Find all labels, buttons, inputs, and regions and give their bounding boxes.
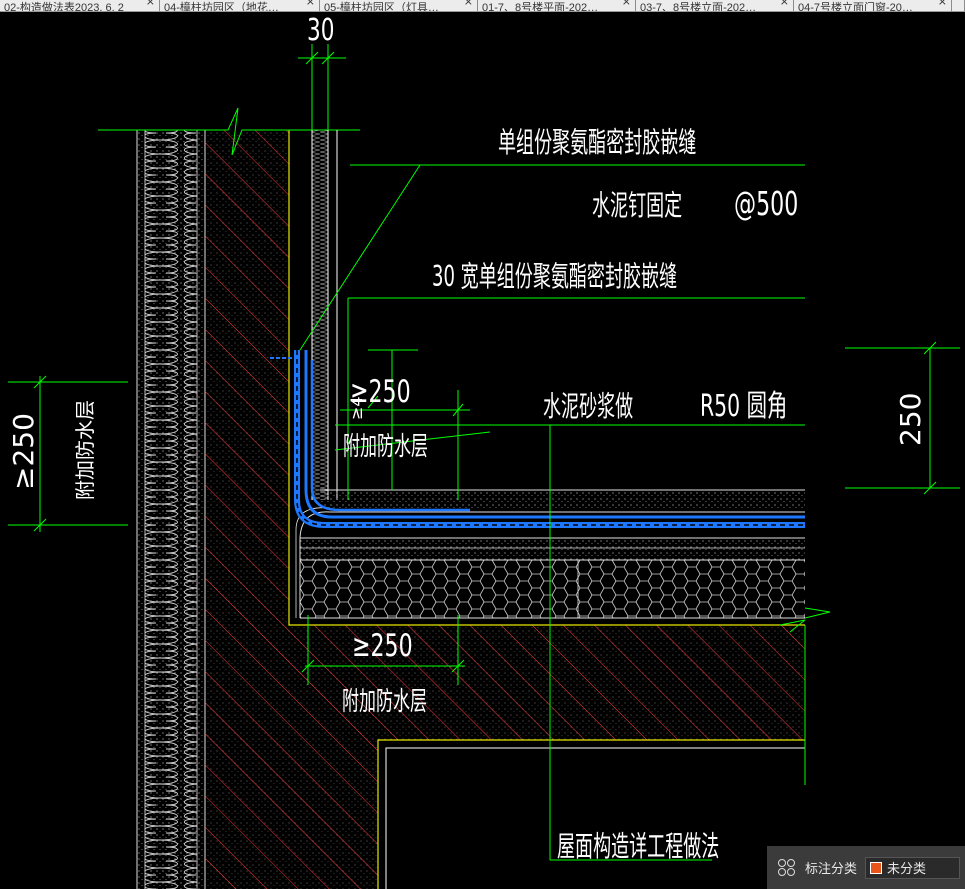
annotation-category-label: 标注分类	[805, 861, 858, 876]
callout-nail-spacing: @500	[734, 185, 798, 224]
tab-7-partial[interactable]	[952, 0, 965, 11]
callout-sealant: 单组份聚氨酯密封胶嵌缝	[498, 126, 696, 159]
close-icon[interactable]: ×	[622, 0, 631, 7]
tab-label: 01-7、8号楼平面-202…	[482, 2, 599, 12]
tab-3[interactable]: 05-樟柱坊园区（灯具… ×	[320, 0, 478, 11]
parapet-lining	[311, 130, 338, 500]
dim-top-30: 30	[307, 14, 334, 48]
label-extra-waterproof-upper: 附加防水层	[343, 433, 428, 463]
tab-6[interactable]: 04-7号楼立面门窗-20… ×	[794, 0, 952, 11]
dim-lower-250: ≥250	[352, 628, 413, 664]
callout-sealant-30: 30 宽单组份聚氨酯密封胶嵌缝	[432, 260, 677, 293]
tab-4[interactable]: 01-7、8号楼平面-202… ×	[478, 0, 636, 11]
tab-label: 04-樟柱坊园区（地花…	[164, 2, 279, 12]
annotation-category-bar: 标注分类 未分类	[767, 846, 965, 889]
tab-label: 05-樟柱坊园区（灯具…	[324, 2, 439, 12]
label-extra-waterproof-lower: 附加防水层	[342, 688, 427, 718]
grid-four-icon[interactable]	[778, 858, 796, 877]
tab-2[interactable]: 04-樟柱坊园区（地花… ×	[160, 0, 320, 11]
callout-mortar-radius: R50 圆角	[700, 389, 787, 424]
cad-drawing-canvas[interactable]: 30 单组份聚氨酯密封胶嵌缝 水泥钉固定 @500 30 宽单组份聚氨酯密封胶嵌…	[0, 12, 965, 889]
annotation-category-select[interactable]: 未分类	[865, 856, 961, 879]
close-icon[interactable]: ×	[780, 0, 789, 7]
tab-label: 03-7、8号楼立面-202…	[640, 2, 757, 12]
callout-mortar-text: 水泥砂浆做	[543, 390, 633, 423]
tab-1[interactable]: 02-构造做法表2023. 6. 2 ×	[0, 0, 160, 11]
close-icon[interactable]: ×	[464, 0, 473, 7]
annotation-category-value: 未分类	[887, 861, 927, 876]
tab-label: 04-7号楼立面门窗-20…	[798, 2, 913, 12]
close-icon[interactable]: ×	[146, 0, 155, 7]
close-icon[interactable]: ×	[938, 0, 947, 7]
tab-label: 02-构造做法表2023. 6. 2	[4, 2, 124, 12]
label-extra-waterproof-left: 附加防水层	[73, 400, 97, 500]
category-color-swatch	[870, 861, 883, 874]
label-roof-construction: 屋面构造详工程做法	[557, 830, 719, 863]
dim-left-250: ≥250	[7, 413, 40, 490]
dim-small-4: ≥4	[347, 396, 366, 420]
close-icon[interactable]: ×	[306, 0, 315, 7]
roof-buildup-layers	[295, 489, 831, 633]
document-tab-bar: 02-构造做法表2023. 6. 2 × 04-樟柱坊园区（地花… × 05-樟…	[0, 0, 965, 12]
tab-5[interactable]: 03-7、8号楼立面-202… ×	[636, 0, 794, 11]
dim-right-250: 250	[894, 393, 927, 446]
wall-insulation-layer	[136, 130, 206, 889]
callout-nail-text: 水泥钉固定	[592, 189, 682, 222]
